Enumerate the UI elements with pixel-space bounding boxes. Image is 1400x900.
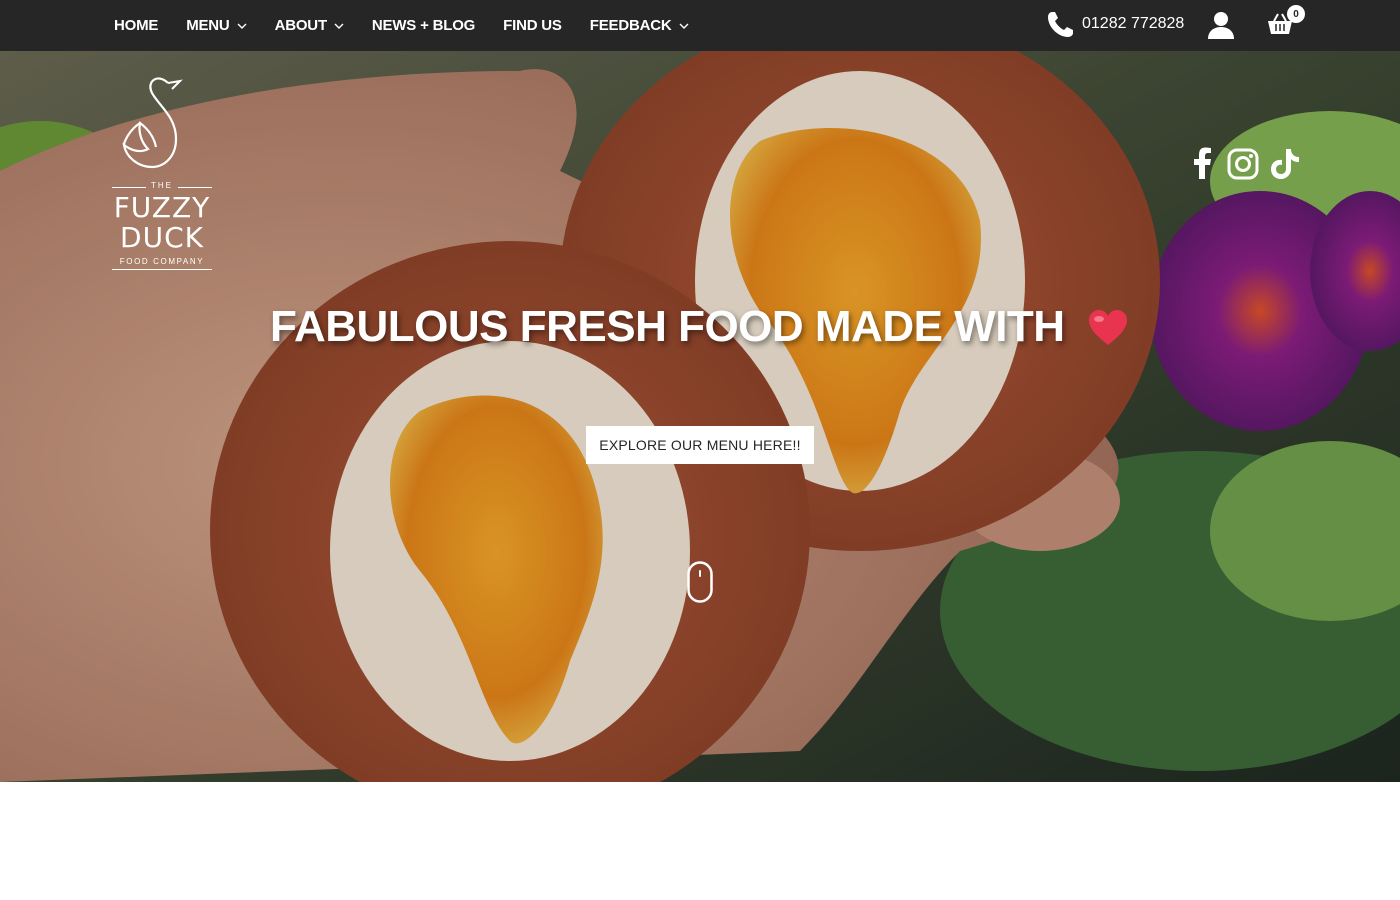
chevron-down-icon	[334, 21, 344, 31]
facebook-icon[interactable]	[1186, 147, 1220, 181]
hero-headline: FABULOUS FRESH FOOD MADE WITH	[270, 301, 1150, 353]
instagram-icon[interactable]	[1226, 147, 1260, 181]
header-tools: 01282 772828 0	[1000, 0, 1400, 51]
tiktok-icon[interactable]	[1268, 147, 1302, 181]
phone-icon[interactable]	[1044, 9, 1076, 41]
scroll-down-mouse-icon[interactable]	[687, 561, 713, 603]
heart-icon	[1087, 308, 1129, 346]
swan-logo-icon	[122, 77, 183, 169]
hero-banner: THE FUZZY DUCK FOOD COMPANY FABULOUS FRE…	[0, 51, 1400, 782]
explore-menu-button[interactable]: EXPLORE OUR MENU HERE!!	[586, 426, 814, 464]
logo-subtitle: FOOD COMPANY	[119, 257, 205, 266]
nav-item-about[interactable]: ABOUT	[275, 17, 344, 34]
nav-item-home[interactable]: HOME	[114, 17, 158, 34]
nav-item-label: MENU	[186, 17, 230, 34]
nav-item-find-us[interactable]: FIND US	[503, 17, 562, 34]
nav-item-label: FEEDBACK	[589, 17, 672, 34]
logo-line-fuzzy: FUZZY	[113, 191, 211, 224]
nav-item-menu[interactable]: MENU	[186, 17, 247, 34]
explore-menu-label: EXPLORE OUR MENU HERE!!	[599, 437, 801, 453]
logo-the: THE	[151, 181, 173, 190]
nav-item-feedback[interactable]: FEEDBACK	[590, 17, 689, 34]
site-logo[interactable]: THE FUZZY DUCK FOOD COMPANY	[106, 73, 218, 270]
nav-item-label: NEWS + BLOG	[371, 17, 476, 34]
hero-headline-text: FABULOUS FRESH FOOD MADE WITH	[270, 302, 1065, 351]
logo-line-duck: DUCK	[120, 221, 204, 254]
nav-item-news-blog[interactable]: NEWS + BLOG	[372, 17, 475, 34]
top-navigation-bar: HOME MENU ABOUT NEWS + BLOG FIND US FEED…	[0, 0, 1400, 51]
phone-number[interactable]: 01282 772828	[1082, 15, 1184, 33]
nav-item-label: HOME	[114, 17, 159, 34]
cart-count-badge: 0	[1287, 5, 1305, 23]
chevron-down-icon	[237, 21, 247, 31]
main-nav: HOME MENU ABOUT NEWS + BLOG FIND US FEED…	[114, 0, 717, 51]
user-account-icon[interactable]	[1206, 10, 1236, 40]
nav-item-label: FIND US	[503, 17, 562, 34]
logo-rule	[112, 269, 212, 270]
content-area	[0, 782, 1400, 900]
chevron-down-icon	[679, 21, 689, 31]
nav-item-label: ABOUT	[274, 17, 328, 34]
